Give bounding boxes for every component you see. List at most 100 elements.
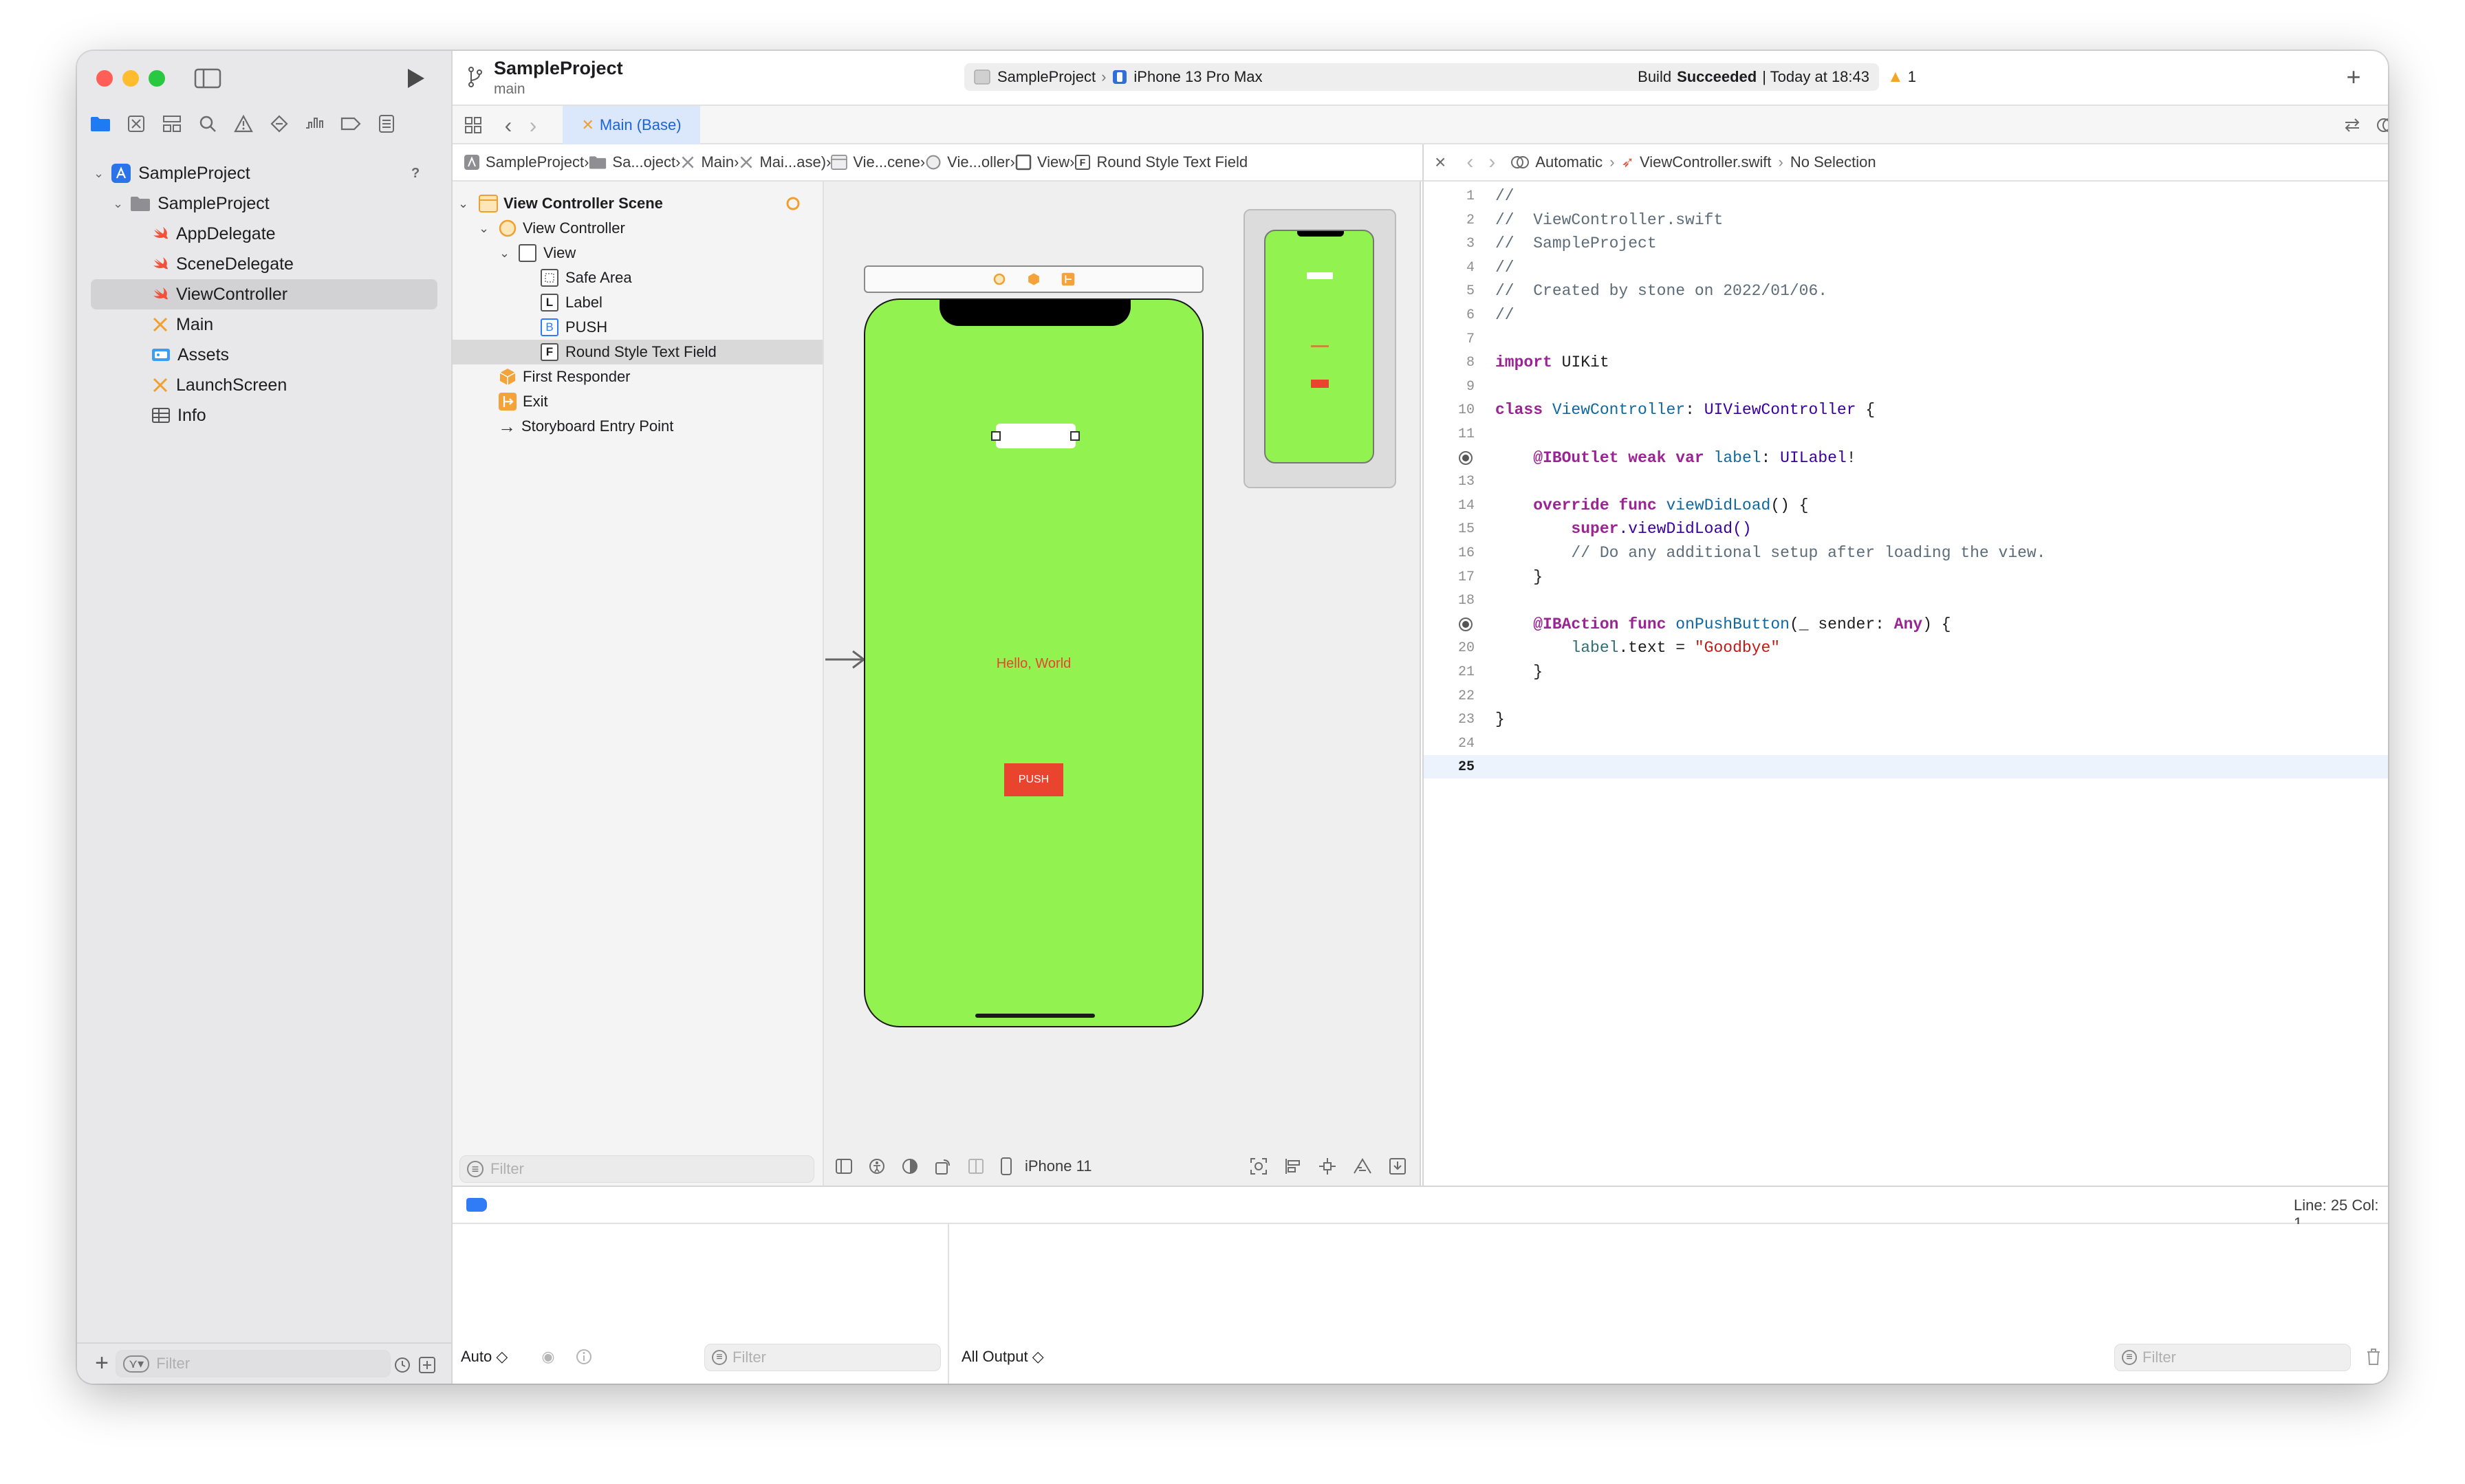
outline-exit-row[interactable]: Exit: [453, 389, 823, 414]
breakpoint-navigator-icon[interactable]: [337, 110, 365, 138]
device-selector[interactable]: iPhone 13 Pro Max: [1133, 68, 1262, 86]
line-number[interactable]: 25: [1424, 759, 1479, 775]
code-line[interactable]: 24: [1424, 732, 2388, 755]
variables-scope-selector[interactable]: Auto ◇: [461, 1348, 508, 1366]
code-line[interactable]: 17 }: [1424, 565, 2388, 589]
file-crumb[interactable]: ViewController.swift: [1640, 153, 1772, 171]
device-configuration-label[interactable]: iPhone 11: [1025, 1157, 1092, 1175]
issue-navigator-warning-icon[interactable]: [230, 110, 257, 138]
disclosure-chevron-down-icon[interactable]: ⌄: [499, 246, 513, 261]
run-play-icon[interactable]: [400, 65, 431, 92]
view-controller-icon[interactable]: [992, 272, 1006, 286]
disclosure-chevron-down-icon[interactable]: ⌄: [458, 197, 472, 211]
code-line[interactable]: 6 //: [1424, 303, 2388, 327]
line-number[interactable]: 1: [1424, 188, 1479, 204]
line-number[interactable]: 7: [1424, 331, 1479, 347]
add-file-plus-icon[interactable]: +: [91, 1350, 113, 1376]
code-line[interactable]: 2 // ViewController.swift: [1424, 208, 2388, 232]
code-line[interactable]: 1 //: [1424, 184, 2388, 208]
code-line[interactable]: 8 import UIKit: [1424, 351, 2388, 374]
resize-handle-right[interactable]: [1070, 431, 1080, 441]
code-line[interactable]: 12 @IBOutlet weak var label: UILabel!: [1424, 446, 2388, 470]
add-constraints-icon[interactable]: [1318, 1157, 1337, 1176]
disclosure-chevron-down-icon[interactable]: ⌄: [479, 221, 492, 236]
line-number[interactable]: 11: [1424, 426, 1479, 442]
code-line[interactable]: 20 label.text = "Goodbye": [1424, 636, 2388, 659]
project-root-row[interactable]: ⌄ SampleProject ?: [77, 158, 453, 188]
line-number[interactable]: 6: [1424, 307, 1479, 323]
connection-indicator-icon[interactable]: [1458, 617, 1473, 632]
jump-bar-crumb[interactable]: View: [1015, 153, 1069, 171]
symbol-navigator-icon[interactable]: [158, 110, 186, 138]
jump-bar-crumb[interactable]: Main: [680, 153, 734, 171]
jump-bar-crumb[interactable]: Vie...oller: [925, 153, 1010, 171]
zoom-window-button[interactable]: [149, 70, 165, 87]
code-line[interactable]: 19 @IBAction func onPushButton(_ sender:…: [1424, 613, 2388, 636]
line-number[interactable]: 8: [1424, 355, 1479, 371]
code-line[interactable]: 14 override func viewDidLoad() {: [1424, 494, 2388, 517]
modified-files-icon[interactable]: [417, 1355, 437, 1375]
line-number[interactable]: 22: [1424, 688, 1479, 704]
test-navigator-diamond-icon[interactable]: [265, 110, 293, 138]
code-line[interactable]: 3 // SampleProject: [1424, 232, 2388, 255]
storyboard-canvas[interactable]: Hello, World PUSH iPhone 11: [824, 182, 1421, 1186]
jump-bar-crumb[interactable]: SampleProject: [464, 153, 584, 171]
outline-item-row[interactable]: Safe Area: [453, 265, 823, 290]
code-line[interactable]: 18: [1424, 589, 2388, 612]
disclosure-chevron-down-icon[interactable]: ⌄: [113, 197, 123, 211]
line-number[interactable]: 13: [1424, 474, 1479, 490]
hide-outline-icon[interactable]: [835, 1158, 853, 1175]
disclosure-chevron-down-icon[interactable]: ⌄: [94, 166, 104, 181]
code-line[interactable]: 13: [1424, 470, 2388, 493]
code-line[interactable]: 5 // Created by stone on 2022/01/06.: [1424, 279, 2388, 303]
console-output-selector[interactable]: All Output ◇: [962, 1348, 1044, 1366]
code-line[interactable]: 9: [1424, 375, 2388, 398]
line-number[interactable]: 4: [1424, 260, 1479, 276]
outline-first-responder-row[interactable]: First Responder: [453, 364, 823, 389]
group-row[interactable]: ⌄ SampleProject: [77, 188, 453, 219]
line-number[interactable]: 2: [1424, 212, 1479, 228]
filter-options-icon[interactable]: ⋎▾: [123, 1355, 150, 1373]
code-line[interactable]: 25: [1424, 755, 2388, 778]
assistant-editor-icon[interactable]: [2374, 113, 2388, 138]
debug-navigator-icon[interactable]: [301, 110, 329, 138]
scheme-selector[interactable]: SampleProject: [997, 68, 1096, 86]
resolve-autolayout-icon[interactable]: [1352, 1157, 1373, 1176]
align-icon[interactable]: [1283, 1157, 1303, 1176]
line-number[interactable]: 15: [1424, 521, 1479, 537]
jump-bar-crumb[interactable]: Sa...oject: [589, 153, 675, 171]
source-control-navigator-icon[interactable]: [122, 110, 150, 138]
outline-item-row[interactable]: L Label: [453, 290, 823, 315]
jump-bar-crumb[interactable]: Mai...ase): [739, 153, 826, 171]
connection-indicator-icon[interactable]: [1458, 450, 1473, 466]
line-number[interactable]: 23: [1424, 712, 1479, 728]
code-line[interactable]: 7: [1424, 327, 2388, 351]
quick-look-eye-icon[interactable]: ◉: [538, 1346, 558, 1367]
navigator-file-row[interactable]: AppDelegate: [77, 219, 453, 249]
code-line[interactable]: 16 // Do any additional setup after load…: [1424, 541, 2388, 565]
exit-icon[interactable]: [1061, 272, 1075, 286]
navigator-filter-input[interactable]: ⋎▾ Filter: [116, 1350, 391, 1377]
navigator-file-row[interactable]: ViewController: [77, 279, 453, 309]
project-navigator-folder-icon[interactable]: [87, 110, 114, 138]
line-number[interactable]: 18: [1424, 593, 1479, 609]
code-line[interactable]: 22: [1424, 684, 2388, 708]
navigate-forward-icon[interactable]: ›: [1488, 151, 1495, 174]
jump-bar-crumb[interactable]: F Round Style Text Field: [1074, 153, 1248, 171]
console-filter-input[interactable]: ≡ Filter: [2114, 1344, 2351, 1371]
outline-entry-point-row[interactable]: → Storyboard Entry Point: [453, 414, 823, 439]
round-style-text-field[interactable]: [996, 424, 1076, 448]
navigate-back-icon[interactable]: ‹: [498, 113, 519, 138]
embed-in-icon[interactable]: [1388, 1157, 1407, 1176]
outline-view-controller-row[interactable]: ⌄ View Controller: [453, 216, 823, 241]
breakpoints-toggle-icon[interactable]: [466, 1198, 487, 1212]
source-control-branch-icon[interactable]: [464, 63, 487, 91]
push-button[interactable]: PUSH: [1004, 763, 1063, 796]
line-number[interactable]: 14: [1424, 498, 1479, 514]
outline-scene-row[interactable]: ⌄ View Controller Scene: [453, 191, 823, 216]
source-code-editor[interactable]: 1 // 2 // ViewController.swift 3 // SamplePro…: [1422, 182, 2388, 1186]
code-line[interactable]: 21 }: [1424, 660, 2388, 684]
navigator-file-row[interactable]: Main: [77, 309, 453, 340]
assistant-mode-selector[interactable]: Automatic: [1535, 153, 1603, 171]
navigator-file-row[interactable]: Info: [77, 400, 453, 430]
